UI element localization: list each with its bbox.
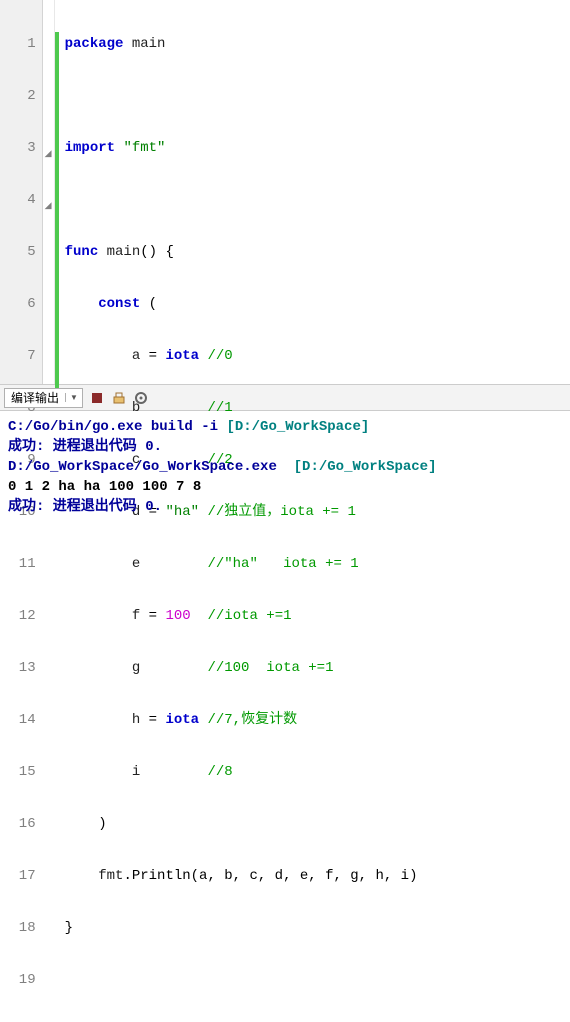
settings-button[interactable] (133, 390, 149, 406)
code-line: func main() { (65, 242, 570, 262)
code-line: a = iota //0 (65, 346, 570, 366)
line-number: 16 (2, 814, 36, 834)
stop-button[interactable] (89, 390, 105, 406)
line-number: 3 (2, 138, 36, 158)
fold-gutter: ◢ ◢ (43, 0, 55, 384)
code-line: i //8 (65, 762, 570, 782)
fold-toggle-icon[interactable]: ◢ (43, 144, 54, 164)
line-number: 4 (2, 190, 36, 210)
code-line: e //"ha" iota += 1 (65, 554, 570, 574)
line-number: 6 (2, 294, 36, 314)
line-number: 7 (2, 346, 36, 366)
line-number: 14 (2, 710, 36, 730)
line-number: 17 (2, 866, 36, 886)
code-line: g //100 iota +=1 (65, 658, 570, 678)
code-line: h = iota //7,恢复计数 (65, 710, 570, 730)
code-line: import "fmt" (65, 138, 570, 158)
fold-toggle-icon[interactable]: ◢ (43, 196, 54, 216)
code-line: ) (65, 814, 570, 834)
output-tab-selector[interactable]: 编译输出 ▼ (4, 388, 83, 408)
code-area[interactable]: package main import "fmt" func main() { … (59, 0, 570, 384)
clear-button[interactable] (111, 390, 127, 406)
chevron-down-icon: ▼ (65, 393, 82, 402)
line-number: 2 (2, 86, 36, 106)
code-line (65, 190, 570, 210)
code-line (65, 86, 570, 106)
code-line: } (65, 918, 570, 938)
output-tab-label: 编译输出 (5, 389, 65, 406)
line-number-gutter: 1 2 3 4 5 6 7 8 9 10 11 12 13 14 15 16 1… (0, 0, 43, 384)
line-number: 5 (2, 242, 36, 262)
line-number: 19 (2, 970, 36, 990)
code-editor[interactable]: 1 2 3 4 5 6 7 8 9 10 11 12 13 14 15 16 1… (0, 0, 570, 385)
line-number: 11 (2, 554, 36, 574)
line-number: 18 (2, 918, 36, 938)
line-number: 12 (2, 606, 36, 626)
code-line (65, 970, 570, 990)
code-line: package main (65, 34, 570, 54)
code-line: const ( (65, 294, 570, 314)
line-number: 13 (2, 658, 36, 678)
line-number: 1 (2, 34, 36, 54)
line-number: 15 (2, 762, 36, 782)
code-line: f = 100 //iota +=1 (65, 606, 570, 626)
code-line: fmt.Println(a, b, c, d, e, f, g, h, i) (65, 866, 570, 886)
